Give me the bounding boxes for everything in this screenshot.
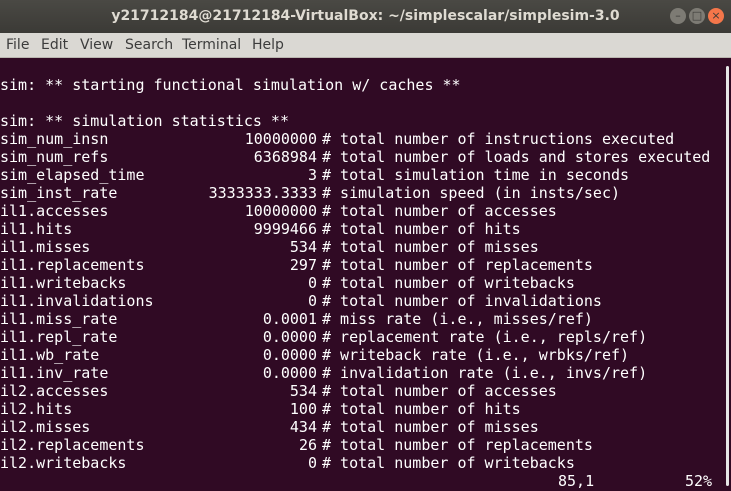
terminal-line-start: sim: ** starting functional simulation w… — [0, 76, 461, 94]
stat-description: # miss rate (i.e., misses/ref) — [322, 310, 593, 328]
stat-value: 0.0000 — [262, 328, 317, 346]
stat-value: 6368984 — [253, 148, 317, 166]
stat-row: il2.misses 434 # total number of misses — [0, 418, 723, 436]
window-title: y21712184@21712184-VirtualBox: ~/simples… — [111, 8, 620, 24]
menu-file[interactable]: File — [6, 37, 29, 53]
stat-row: il2.writebacks 0 # total number of writeba… — [0, 454, 723, 472]
stat-description: # total number of replacements — [322, 256, 593, 274]
close-icon[interactable]: × — [708, 8, 724, 24]
stat-description: # invalidation rate (i.e., invs/ref) — [322, 364, 648, 382]
stat-description: # replacement rate (i.e., repls/ref) — [322, 328, 648, 346]
stat-row: il1.inv_rate 0.0000 # invalidation rate (i… — [0, 364, 723, 382]
stat-value: 26 — [298, 436, 317, 454]
stat-value: 3333333.3333 — [208, 184, 317, 202]
stat-value: 0 — [307, 454, 317, 472]
stat-description: # total number of hits — [322, 220, 521, 238]
stat-row: il1.miss_rate 0.0001 # miss rate (i.e., mi… — [0, 310, 723, 328]
stat-row: il2.accesses 534 # total number of accesse… — [0, 382, 723, 400]
stat-description: # writeback rate (i.e., wrbks/ref) — [322, 346, 630, 364]
stat-value: 0.0001 — [262, 310, 317, 328]
stat-description: # total number of instructions executed — [322, 130, 675, 148]
menu-search[interactable]: Search — [125, 37, 173, 53]
stat-value: 100 — [289, 400, 317, 418]
stat-row: il1.hits 9999466 # total number of hits — [0, 220, 723, 238]
stat-value: 297 — [289, 256, 317, 274]
stat-value: 9999466 — [253, 220, 317, 238]
window-titlebar[interactable]: y21712184@21712184-VirtualBox: ~/simples… — [0, 0, 731, 33]
scroll-percent: 52% — [685, 472, 713, 490]
stat-row: il2.replacements 26 # total number of repl… — [0, 436, 723, 454]
stat-description: # total number of writebacks — [322, 274, 575, 292]
stat-row: sim_inst_rate 3333333.3333 # simulation sp… — [0, 184, 723, 202]
stat-description: # total number of invalidations — [322, 292, 602, 310]
stat-row: il1.replacements 297 # total number of rep… — [0, 256, 723, 274]
stat-description: # total number of misses — [322, 418, 539, 436]
scrollbar-thumb[interactable] — [726, 66, 729, 486]
stat-description: # simulation speed (in insts/sec) — [322, 184, 621, 202]
stat-row: il1.accesses 10000000 # total number of ac… — [0, 202, 723, 220]
stat-description: # total number of accesses — [322, 202, 557, 220]
stat-description: # total number of writebacks — [322, 454, 575, 472]
stats-header: sim: ** simulation statistics ** — [0, 112, 289, 130]
stat-description: # total number of hits — [322, 400, 521, 418]
menu-bar: File Edit View Search Terminal Help — [0, 33, 731, 58]
stat-row: il2.hits 100 # total number of hits — [0, 400, 723, 418]
stat-row: il1.misses 534 # total number of misses — [0, 238, 723, 256]
stat-value: 0 — [307, 274, 317, 292]
stat-row: sim_num_refs 6368984 # total number of loa… — [0, 148, 723, 166]
menu-edit[interactable]: Edit — [41, 37, 68, 53]
stat-value: 0 — [307, 292, 317, 310]
stat-value: 3 — [307, 166, 317, 184]
stat-value: 534 — [289, 382, 317, 400]
terminal-line-stats-header: sim: ** simulation statistics ** — [0, 112, 289, 130]
start-message: sim: ** starting functional simulation w… — [0, 76, 461, 94]
stat-description: # total simulation time in seconds — [322, 166, 630, 184]
menu-view[interactable]: View — [80, 37, 113, 53]
stat-description: # total number of accesses — [322, 382, 557, 400]
stat-description: # total number of replacements — [322, 436, 593, 454]
stat-row: il1.invalidations 0 # total number of inva… — [0, 292, 723, 310]
stat-value: 434 — [289, 418, 317, 436]
stat-row: il1.repl_rate 0.0000 # replacement rate (i… — [0, 328, 723, 346]
menu-help[interactable]: Help — [252, 37, 284, 53]
stat-value: 0.0000 — [262, 364, 317, 382]
menu-terminal[interactable]: Terminal — [182, 37, 241, 53]
stat-value: 0.0000 — [262, 346, 317, 364]
stat-description: # total number of misses — [322, 238, 539, 256]
stat-value: 534 — [289, 238, 317, 256]
stat-value: 10000000 — [244, 202, 317, 220]
stat-description: # total number of loads and stores execu… — [322, 148, 711, 166]
stat-row: sim_elapsed_time 3 # total simulation time… — [0, 166, 723, 184]
stat-row: il1.wb_rate 0.0000 # writeback rate (i.e.,… — [0, 346, 723, 364]
maximize-icon[interactable]: □ — [689, 8, 705, 24]
stat-value: 10000000 — [244, 130, 317, 148]
stat-row: il1.writebacks 0 # total number of writeba… — [0, 274, 723, 292]
minimize-icon[interactable]: – — [670, 8, 686, 24]
cursor-position: 85,1 — [558, 472, 595, 490]
stat-row: sim_num_insn 10000000 # total number of in… — [0, 130, 723, 148]
